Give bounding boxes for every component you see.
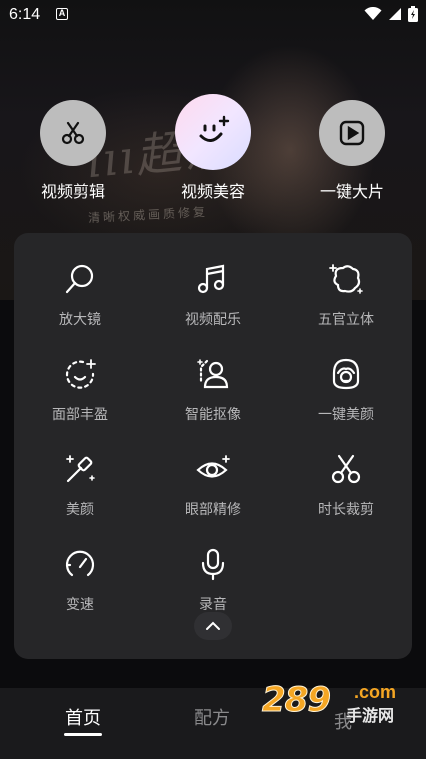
nav-home[interactable]: 首页 [65, 704, 101, 730]
smile-sparkle-icon [199, 115, 230, 142]
tool-speed[interactable]: 变速 [25, 544, 135, 614]
status-bar: 6:14 A [0, 0, 426, 30]
tool-smart-cutout[interactable]: 智能抠像 [158, 354, 268, 424]
feature-video-edit[interactable]: 视频剪辑 [13, 100, 133, 202]
feature-video-beauty-label: 视频美容 [180, 184, 245, 201]
watermark-number: 289 [262, 680, 332, 721]
nav-active-indicator [64, 733, 102, 736]
hero-subtitle: 清晰权威画质修复 [87, 204, 209, 226]
tool-duration-trim-label: 时长裁剪 [318, 501, 374, 517]
feature-video-beauty-button[interactable] [175, 94, 251, 170]
music-note-icon [197, 264, 225, 294]
chevron-up-icon [206, 621, 220, 630]
tool-eye-retouch[interactable]: 眼部精修 [158, 449, 268, 519]
scissors-icon [331, 454, 361, 484]
tool-smart-cutout-label: 智能抠像 [185, 406, 241, 422]
tool-beauty[interactable]: 美颜 [25, 449, 135, 519]
tool-speed-label: 变速 [66, 596, 94, 612]
face-fill-icon [65, 359, 96, 389]
tool-one-click-beauty[interactable]: 一键美颜 [291, 354, 401, 424]
speedometer-icon [65, 550, 95, 577]
feature-one-click-film[interactable]: 一键大片 [292, 100, 412, 202]
tool-beauty-label: 美颜 [66, 501, 94, 517]
status-time: 6:14 [9, 6, 41, 23]
signal-icon [389, 8, 401, 20]
collapse-panel-button[interactable] [194, 612, 232, 640]
play-square-icon [339, 120, 365, 146]
tools-panel: 放大镜 视频配乐 五官立体 面部丰盈 智能抠像 一键美颜 美颜 眼部精修 时长裁… [14, 233, 412, 659]
eye-sparkle-icon [196, 455, 230, 478]
tool-duration-trim[interactable]: 时长裁剪 [291, 449, 401, 519]
nav-recipe[interactable]: 配方 [194, 704, 230, 730]
magic-wand-icon [66, 455, 95, 483]
tool-record-label: 录音 [199, 596, 227, 612]
tool-face-fill[interactable]: 面部丰盈 [25, 354, 135, 424]
tool-face-3d-label: 五官立体 [318, 311, 374, 327]
watermark-logo: 289 .com 手游网 [262, 680, 412, 726]
tool-eye-retouch-label: 眼部精修 [185, 501, 241, 517]
feature-video-edit-label: 视频剪辑 [40, 184, 105, 201]
battery-icon [408, 6, 418, 22]
feature-one-click-film-button[interactable] [319, 100, 385, 166]
watermark-domain: .com [354, 682, 397, 702]
face-3d-icon [329, 264, 363, 294]
notification-icon: A [56, 8, 68, 20]
magnifier-icon [65, 264, 94, 294]
tool-video-music[interactable]: 视频配乐 [158, 259, 268, 329]
tool-video-music-label: 视频配乐 [185, 311, 241, 327]
tool-magnifier-label: 放大镜 [59, 311, 101, 327]
tool-one-click-beauty-label: 一键美颜 [318, 406, 374, 422]
portrait-cutout-icon [197, 359, 229, 389]
tool-magnifier[interactable]: 放大镜 [25, 259, 135, 329]
wifi-icon [364, 7, 382, 20]
tool-face-3d[interactable]: 五官立体 [291, 259, 401, 329]
status-icons [364, 6, 418, 22]
tool-face-fill-label: 面部丰盈 [52, 406, 108, 422]
microphone-icon [201, 548, 225, 581]
beauty-face-icon [332, 358, 360, 390]
feature-video-edit-button[interactable] [40, 100, 106, 166]
watermark-text: 手游网 [346, 708, 395, 725]
scissors-icon [61, 121, 85, 145]
feature-one-click-film-label: 一键大片 [319, 184, 384, 201]
tool-record[interactable]: 录音 [158, 544, 268, 614]
feature-video-beauty[interactable]: 视频美容 [153, 94, 273, 202]
